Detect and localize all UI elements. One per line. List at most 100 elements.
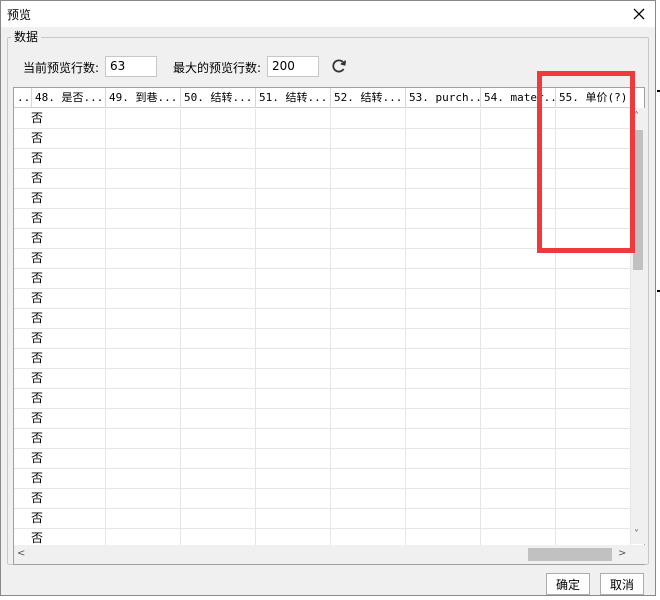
table-cell[interactable]: [256, 229, 331, 249]
table-cell[interactable]: [106, 509, 181, 529]
table-cell[interactable]: [331, 349, 406, 369]
table-cell[interactable]: [481, 269, 556, 289]
table-row[interactable]: 否: [14, 529, 631, 545]
table-cell[interactable]: [481, 349, 556, 369]
table-cell[interactable]: [331, 109, 406, 129]
table-cell[interactable]: 否: [14, 109, 106, 129]
table-cell[interactable]: [106, 209, 181, 229]
table-cell[interactable]: [106, 169, 181, 189]
table-cell[interactable]: 否: [14, 449, 106, 469]
table-cell[interactable]: [256, 189, 331, 209]
scroll-down-icon[interactable]: ˅: [634, 530, 639, 540]
table-cell[interactable]: [106, 189, 181, 209]
table-cell[interactable]: [256, 289, 331, 309]
table-cell[interactable]: [556, 389, 631, 409]
table-cell[interactable]: [481, 489, 556, 509]
table-cell[interactable]: [406, 149, 481, 169]
table-cell[interactable]: 否: [14, 229, 106, 249]
table-cell[interactable]: 否: [14, 189, 106, 209]
table-cell[interactable]: 否: [14, 329, 106, 349]
table-cell[interactable]: [181, 169, 256, 189]
table-row[interactable]: 否: [14, 429, 631, 449]
table-cell[interactable]: [181, 449, 256, 469]
table-cell[interactable]: [406, 469, 481, 489]
table-cell[interactable]: [331, 529, 406, 545]
table-cell[interactable]: [331, 229, 406, 249]
table-cell[interactable]: [481, 309, 556, 329]
table-cell[interactable]: [556, 329, 631, 349]
table-cell[interactable]: [181, 349, 256, 369]
table-cell[interactable]: 否: [14, 529, 106, 545]
table-cell[interactable]: 否: [14, 509, 106, 529]
table-cell[interactable]: [106, 109, 181, 129]
table-cell[interactable]: [256, 489, 331, 509]
table-row[interactable]: 否: [14, 489, 631, 509]
table-cell[interactable]: [331, 169, 406, 189]
table-cell[interactable]: [181, 409, 256, 429]
table-cell[interactable]: 否: [14, 429, 106, 449]
table-cell[interactable]: [256, 349, 331, 369]
current-rows-field[interactable]: 63: [105, 56, 157, 77]
table-row[interactable]: 否: [14, 509, 631, 529]
table-cell[interactable]: [181, 329, 256, 349]
table-cell[interactable]: [481, 409, 556, 429]
table-cell[interactable]: [106, 229, 181, 249]
table-cell[interactable]: [331, 189, 406, 209]
table-cell[interactable]: 否: [14, 149, 106, 169]
table-cell[interactable]: [331, 209, 406, 229]
table-cell[interactable]: [181, 129, 256, 149]
table-cell[interactable]: [256, 209, 331, 229]
table-cell[interactable]: 否: [14, 209, 106, 229]
column-header[interactable]: 53. purch...: [406, 88, 481, 108]
table-row[interactable]: 否: [14, 389, 631, 409]
table-cell[interactable]: [481, 289, 556, 309]
table-cell[interactable]: [256, 429, 331, 449]
horizontal-scrollbar[interactable]: < >: [14, 545, 631, 564]
table-cell[interactable]: [256, 329, 331, 349]
table-cell[interactable]: [331, 309, 406, 329]
table-row[interactable]: 否: [14, 289, 631, 309]
table-cell[interactable]: [181, 109, 256, 129]
table-cell[interactable]: [181, 489, 256, 509]
table-cell[interactable]: [331, 509, 406, 529]
table-cell[interactable]: 否: [14, 349, 106, 369]
table-cell[interactable]: [181, 209, 256, 229]
table-cell[interactable]: [406, 429, 481, 449]
table-cell[interactable]: [106, 129, 181, 149]
table-cell[interactable]: 否: [14, 169, 106, 189]
table-cell[interactable]: [106, 489, 181, 509]
table-cell[interactable]: [556, 469, 631, 489]
table-cell[interactable]: [331, 329, 406, 349]
table-row[interactable]: 否: [14, 449, 631, 469]
table-cell[interactable]: [556, 529, 631, 545]
table-cell[interactable]: [106, 149, 181, 169]
table-cell[interactable]: [256, 309, 331, 329]
table-cell[interactable]: 否: [14, 309, 106, 329]
table-cell[interactable]: 否: [14, 129, 106, 149]
column-header[interactable]: ..: [14, 88, 32, 108]
table-cell[interactable]: [181, 469, 256, 489]
table-cell[interactable]: [406, 309, 481, 329]
table-cell[interactable]: [256, 529, 331, 545]
table-cell[interactable]: [481, 509, 556, 529]
table-cell[interactable]: [481, 429, 556, 449]
table-cell[interactable]: [406, 189, 481, 209]
column-header[interactable]: 49. 到巷...: [106, 88, 181, 108]
table-cell[interactable]: [181, 529, 256, 545]
table-row[interactable]: 否: [14, 369, 631, 389]
horizontal-scroll-thumb[interactable]: [528, 548, 612, 561]
table-cell[interactable]: [106, 529, 181, 545]
table-cell[interactable]: [106, 429, 181, 449]
table-cell[interactable]: [256, 469, 331, 489]
table-cell[interactable]: [406, 249, 481, 269]
table-cell[interactable]: [556, 449, 631, 469]
table-cell[interactable]: [256, 169, 331, 189]
table-cell[interactable]: [106, 309, 181, 329]
table-cell[interactable]: [331, 129, 406, 149]
table-cell[interactable]: [256, 149, 331, 169]
table-cell[interactable]: [256, 449, 331, 469]
column-header[interactable]: 51. 结转...: [256, 88, 331, 108]
table-cell[interactable]: [256, 409, 331, 429]
table-cell[interactable]: [181, 289, 256, 309]
table-cell[interactable]: 否: [14, 249, 106, 269]
